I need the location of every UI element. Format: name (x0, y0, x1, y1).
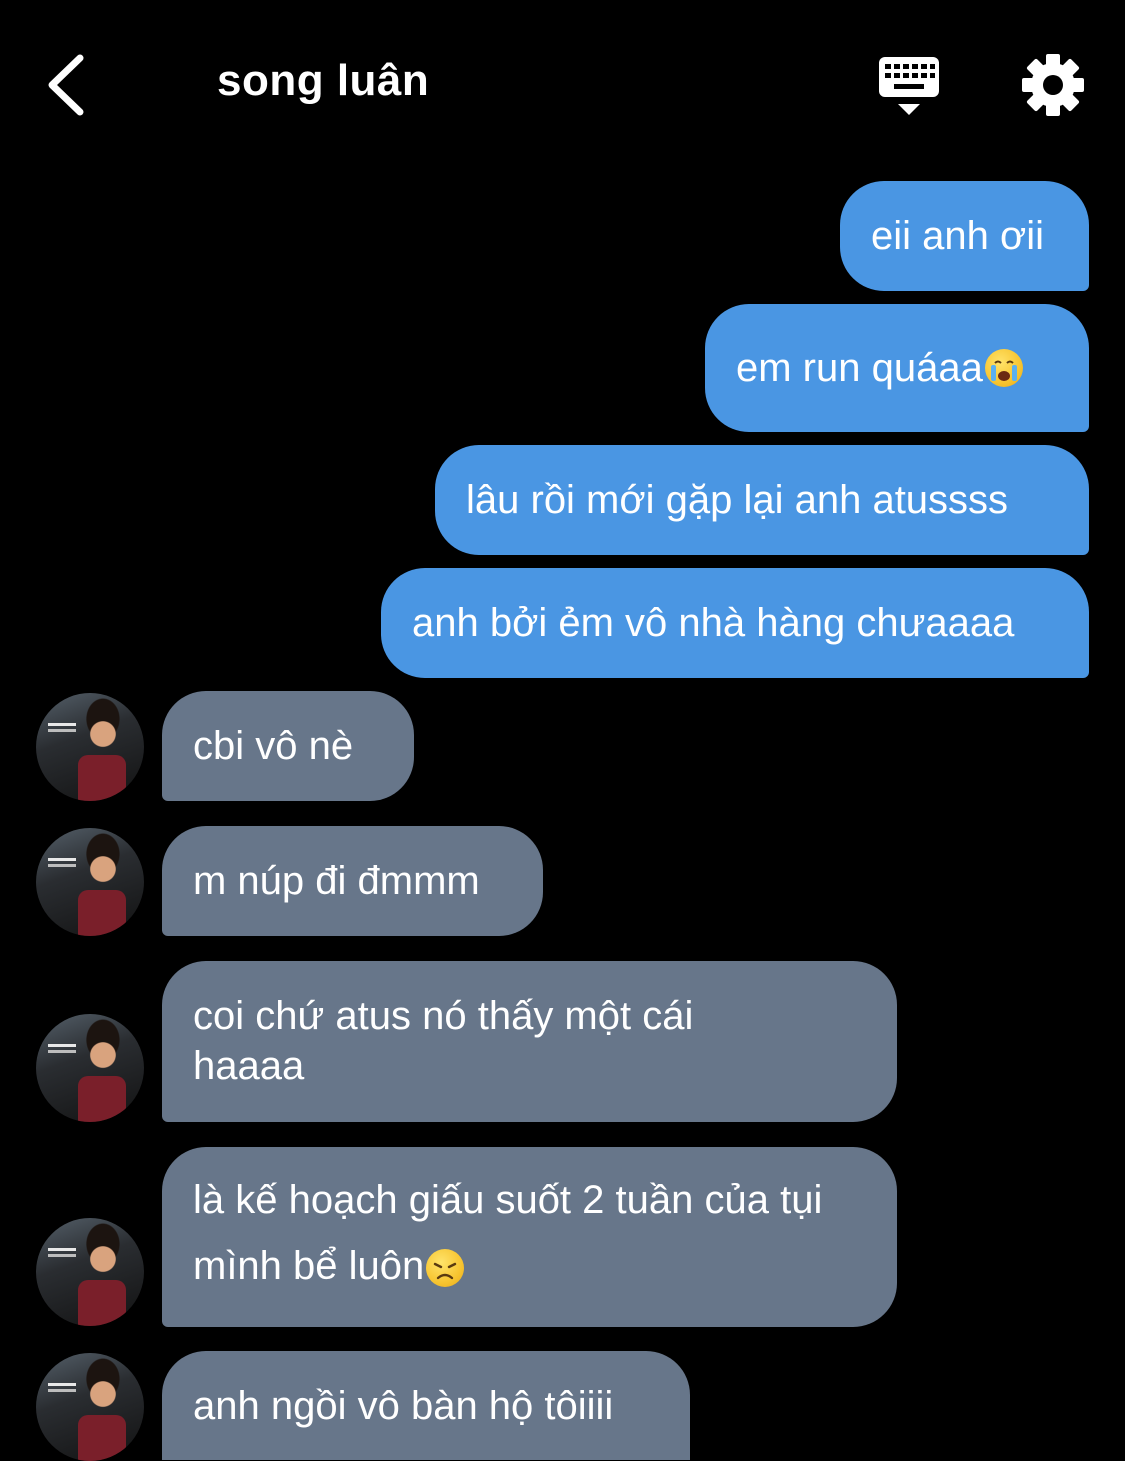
message-text: eii anh ơii (871, 214, 1044, 258)
back-button[interactable] (40, 50, 100, 120)
outgoing-message[interactable]: eii anh ơii (840, 181, 1089, 291)
message-text: anh bởi ẻm vô nhà hàng chưaaaa (412, 601, 1015, 645)
disappointed-face-emoji (426, 1249, 465, 1288)
incoming-message[interactable]: là kế hoạch giấu suốt 2 tuần của tụi mìn… (162, 1147, 897, 1327)
incoming-message[interactable]: cbi vô nè (162, 691, 414, 801)
message-text: coi chứ atus nó thấy một cái haaaa (193, 994, 694, 1088)
outgoing-message[interactable]: anh bởi ẻm vô nhà hàng chưaaaa (381, 568, 1089, 678)
settings-button[interactable] (1020, 52, 1086, 118)
crying-face-emoji (984, 349, 1023, 387)
message-text: lâu rồi mới gặp lại anh atussss (466, 478, 1009, 522)
avatar[interactable] (36, 828, 144, 936)
gear-icon (1022, 54, 1084, 116)
incoming-message[interactable]: m núp đi đmmm (162, 826, 543, 936)
incoming-message[interactable]: coi chứ atus nó thấy một cái haaaa (162, 961, 897, 1122)
message-text: m núp đi đmmm (193, 859, 480, 903)
conversation-title: song luân (217, 56, 430, 105)
avatar[interactable] (36, 1353, 144, 1461)
chat-header: song luân (0, 0, 1125, 170)
outgoing-message[interactable]: em run quáaa (705, 304, 1089, 432)
message-text: là kế hoạch giấu suốt 2 tuần của tụi mìn… (193, 1178, 823, 1288)
message-text: cbi vô nè (193, 724, 354, 768)
outgoing-message[interactable]: lâu rồi mới gặp lại anh atussss (435, 445, 1089, 555)
avatar[interactable] (36, 693, 144, 801)
avatar[interactable] (36, 1014, 144, 1122)
keyboard-button[interactable] (876, 55, 942, 119)
keyboard-icon (879, 57, 939, 115)
message-text: em run quáaa (736, 346, 983, 390)
chevron-left-icon (48, 54, 84, 116)
avatar[interactable] (36, 1218, 144, 1326)
message-text: anh ngồi vô bàn hộ tôiiii (193, 1383, 614, 1428)
message-content: là kế hoạch giấu suốt 2 tuần của tụi mìn… (193, 1167, 866, 1299)
incoming-message[interactable]: anh ngồi vô bàn hộ tôiiii (162, 1351, 690, 1460)
